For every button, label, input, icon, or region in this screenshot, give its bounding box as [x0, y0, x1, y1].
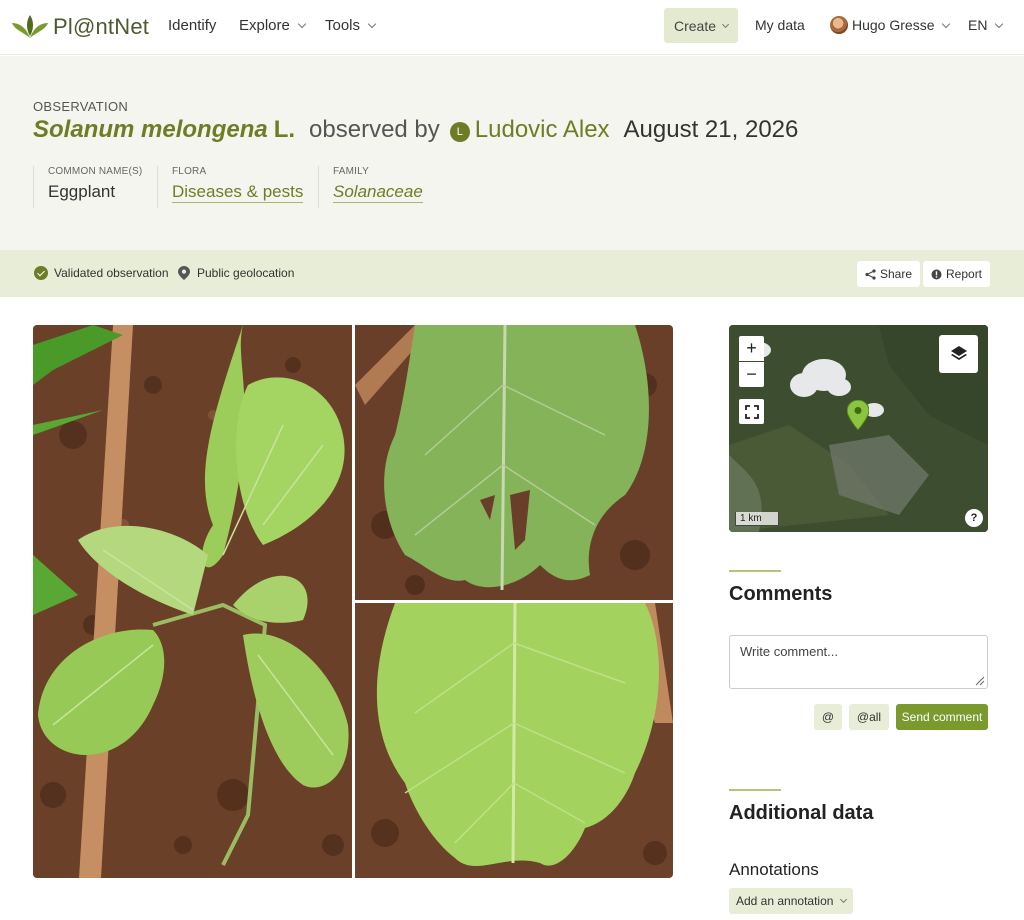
observer-name[interactable]: Ludovic Alex: [475, 116, 610, 144]
observation-photo-3[interactable]: [355, 603, 673, 878]
map-help-button[interactable]: ?: [965, 509, 983, 527]
language-select[interactable]: EN: [968, 17, 1004, 33]
chevron-down-icon: [297, 19, 307, 29]
family-label: FAMILY: [333, 166, 370, 177]
create-button[interactable]: Create: [664, 8, 738, 43]
fullscreen-button[interactable]: [739, 399, 764, 424]
alert-icon: [931, 269, 942, 279]
validated-status: Validated observation: [34, 266, 169, 280]
mention-all-label: @all: [856, 710, 882, 724]
chevron-down-icon: [995, 19, 1004, 28]
observation-photo-2[interactable]: [355, 325, 673, 600]
layers-button[interactable]: [939, 335, 978, 373]
observation-label: OBSERVATION: [33, 99, 129, 114]
additional-data-title: Additional data: [729, 802, 874, 824]
species-name[interactable]: Solanum melongena: [33, 116, 268, 144]
validated-label: Validated observation: [54, 266, 169, 280]
flora-label: FLORA: [172, 166, 207, 177]
common-name-label: COMMON NAME(S): [48, 166, 143, 177]
share-button[interactable]: Share: [857, 261, 921, 287]
report-label: Report: [946, 267, 983, 281]
zoom-out-button[interactable]: −: [739, 362, 764, 387]
user-menu-name: Hugo Gresse: [852, 17, 935, 33]
common-name-value: Eggplant: [48, 182, 116, 201]
map-pin-icon: [178, 266, 190, 280]
observer-avatar: L: [449, 122, 470, 142]
user-menu[interactable]: Hugo Gresse: [830, 16, 951, 34]
chevron-down-icon: [942, 19, 951, 28]
share-icon: [865, 268, 876, 280]
leaf-logo-icon: [12, 15, 48, 38]
report-button[interactable]: Report: [923, 261, 991, 287]
leaf-photo-image: [355, 325, 673, 600]
comment-input[interactable]: Write comment...: [729, 635, 988, 689]
annotations-label: Annotations: [729, 860, 819, 879]
avatar: [830, 16, 848, 34]
observation-title: Solanum melongena L. observed by L Ludov…: [33, 116, 798, 144]
observation-date: August 21, 2026: [623, 116, 799, 143]
comment-placeholder: Write comment...: [740, 644, 839, 659]
language-label: EN: [968, 17, 988, 33]
observed-by-text: observed by: [309, 116, 440, 143]
nav-explore[interactable]: Explore: [239, 17, 307, 34]
nav-my-data-label: My data: [755, 17, 805, 33]
create-button-label: Create: [673, 17, 717, 34]
observation-header: OBSERVATION Solanum melongena L. observe…: [0, 56, 1024, 250]
additional-data-divider: [729, 789, 781, 791]
observation-photo-main[interactable]: [33, 325, 352, 878]
check-circle-icon: [34, 266, 48, 280]
flora-field: FLORA Diseases & pests: [157, 166, 304, 208]
zoom-out-label: −: [746, 364, 757, 384]
nav-my-data[interactable]: My data: [755, 17, 805, 33]
logo-text: Pl@ntNet: [53, 14, 150, 39]
nav-identify[interactable]: Identify: [168, 17, 216, 34]
chevron-down-icon: [367, 19, 377, 29]
mention-button[interactable]: @: [814, 704, 842, 730]
zoom-in-label: +: [746, 338, 757, 358]
send-comment-label: Send comment: [901, 710, 983, 724]
chevron-down-icon: [721, 20, 730, 28]
geolocation-label: Public geolocation: [197, 266, 295, 280]
nav-explore-label: Explore: [239, 17, 290, 34]
map-marker-icon[interactable]: [847, 400, 869, 430]
plant-photo-image: [33, 325, 352, 878]
share-label: Share: [880, 267, 913, 281]
comments-divider: [729, 570, 781, 572]
map-scale: 1 km: [735, 512, 779, 526]
layers-icon: [950, 346, 967, 360]
fullscreen-icon: [744, 404, 759, 419]
nav-identify-label: Identify: [168, 17, 217, 34]
species-author: L.: [273, 116, 296, 143]
comments-title: Comments: [729, 583, 833, 605]
add-annotation-button[interactable]: Add an annotation: [729, 888, 853, 914]
flora-link[interactable]: Diseases & pests: [172, 182, 304, 203]
chevron-down-icon: [840, 895, 848, 904]
send-comment-button[interactable]: Send comment: [896, 704, 988, 730]
zoom-in-button[interactable]: +: [739, 336, 764, 361]
leaf-closeup-image: [355, 603, 673, 878]
mention-label: @: [821, 710, 835, 724]
nav-tools-label: Tools: [325, 17, 361, 34]
mention-all-button[interactable]: @all: [849, 704, 889, 730]
nav-tools[interactable]: Tools: [325, 17, 377, 34]
top-navigation: Pl@ntNet Identify Explore Tools Create M…: [0, 0, 1024, 55]
resize-grip-icon[interactable]: [973, 674, 985, 686]
observation-map[interactable]: + − 1 km ?: [729, 325, 988, 532]
family-field: FAMILY Solanaceae: [318, 166, 423, 208]
common-name-field: COMMON NAME(S) Eggplant: [33, 166, 142, 208]
family-link[interactable]: Solanaceae: [333, 182, 423, 203]
plantnet-logo[interactable]: Pl@ntNet: [11, 12, 149, 42]
geolocation-status: Public geolocation: [178, 266, 294, 280]
status-bar: Validated observation Public geolocation…: [0, 250, 1024, 297]
add-annotation-label: Add an annotation: [736, 894, 834, 908]
